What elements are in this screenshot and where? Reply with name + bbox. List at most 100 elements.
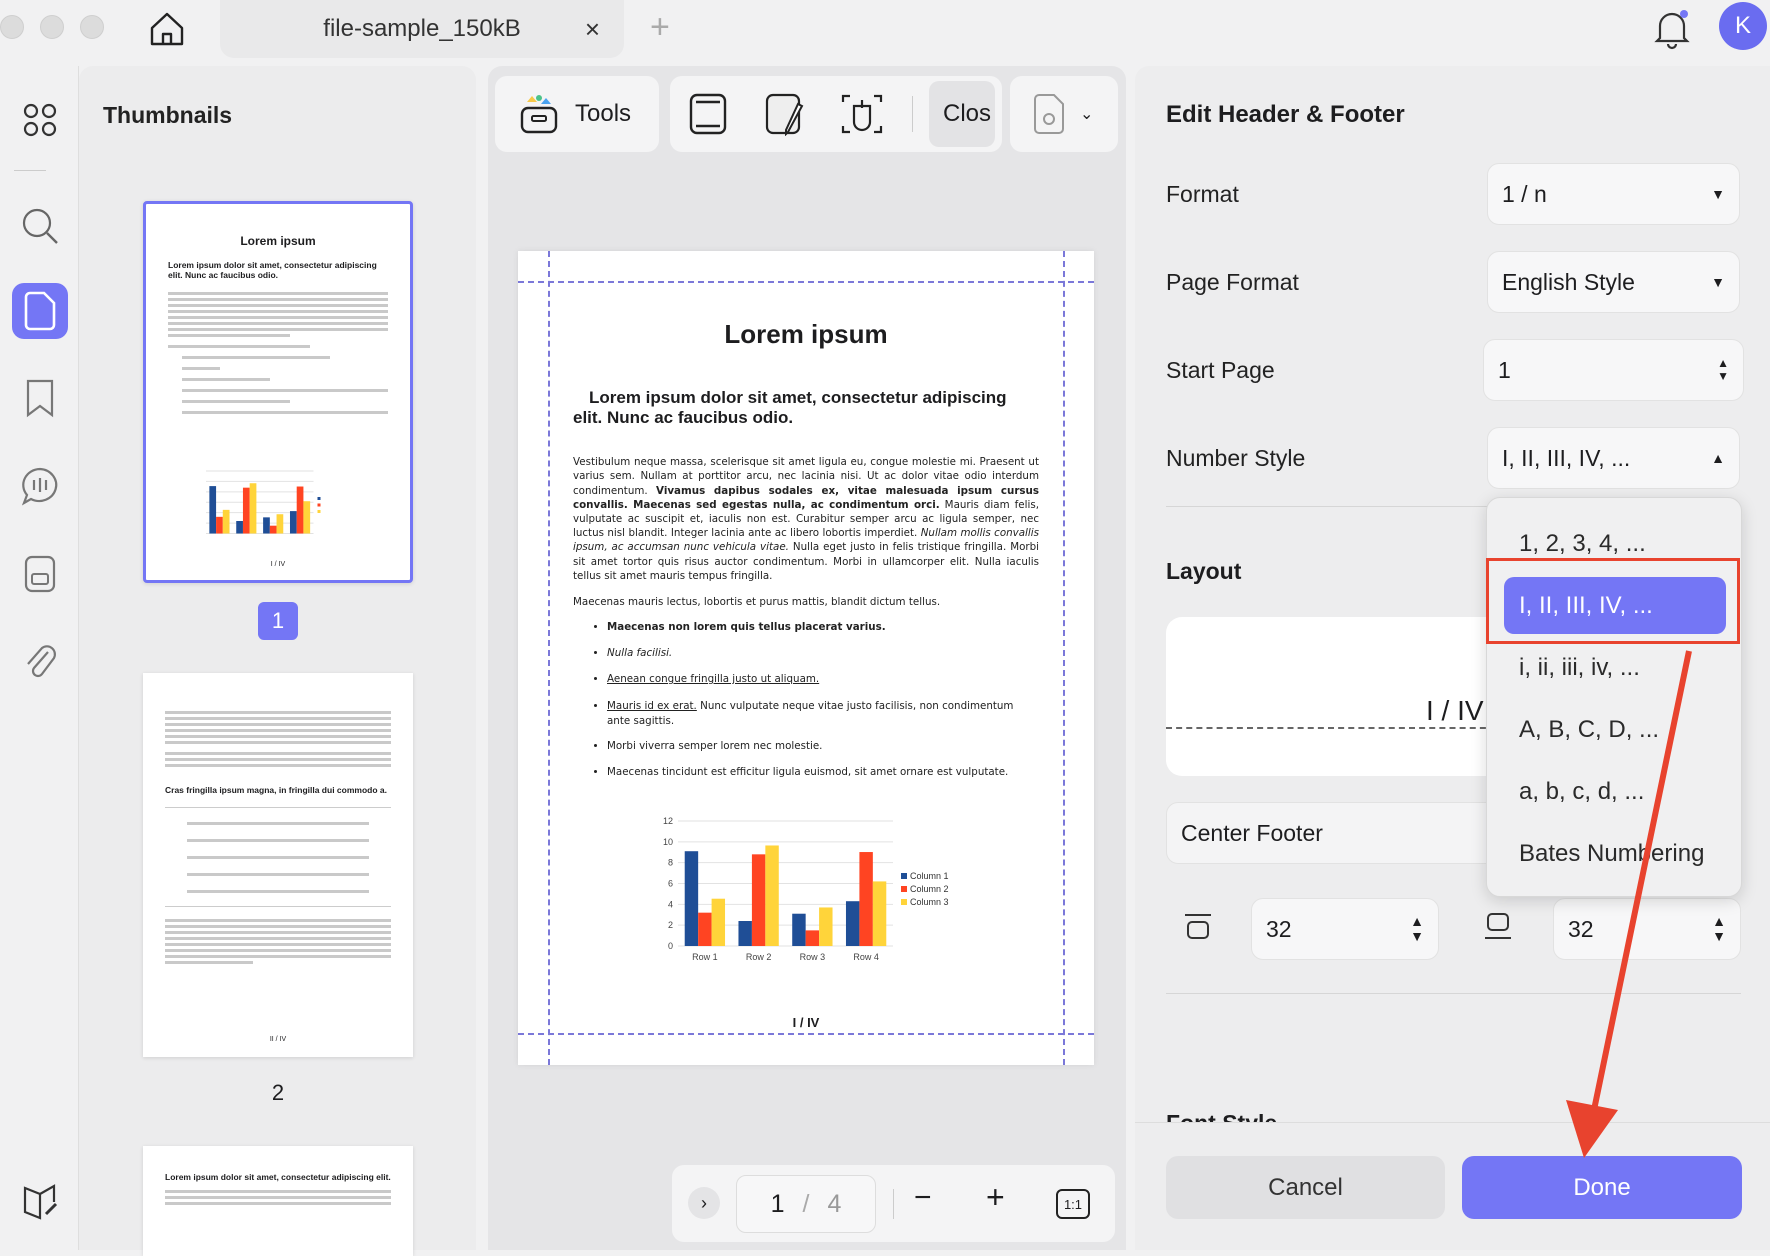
option-upper-alpha[interactable]: A, B, C, D, ... bbox=[1519, 716, 1659, 744]
bar bbox=[276, 514, 284, 534]
y-tick-label: 6 bbox=[668, 879, 673, 889]
cancel-button[interactable]: Cancel bbox=[1166, 1156, 1445, 1219]
apps-grid-icon[interactable] bbox=[12, 92, 68, 148]
dropdown-arrow-icon: ▼ bbox=[1711, 274, 1725, 290]
list-item: Morbi viverra semper lorem nec molestie. bbox=[607, 740, 1039, 752]
thumb-heading: Lorem ipsum dolor sit amet, consectetur … bbox=[168, 260, 377, 281]
y-tick-label: 12 bbox=[663, 816, 673, 826]
home-icon[interactable] bbox=[146, 8, 188, 55]
comment-icon[interactable] bbox=[12, 458, 68, 514]
done-button[interactable]: Done bbox=[1462, 1156, 1742, 1219]
number-style-select[interactable]: I, II, III, IV, ... ▲ bbox=[1487, 427, 1740, 489]
start-page-label: Start Page bbox=[1166, 357, 1275, 383]
document-tab[interactable]: file-sample_150kB × bbox=[220, 0, 624, 58]
option-lower-roman[interactable]: i, ii, iii, iv, ... bbox=[1519, 654, 1640, 682]
position-value: Center Footer bbox=[1181, 819, 1323, 846]
list-item: Nulla facilisi. bbox=[607, 647, 1039, 659]
notification-bell-icon[interactable] bbox=[1652, 6, 1692, 55]
legend-swatch bbox=[901, 873, 907, 879]
bar bbox=[805, 930, 820, 946]
save-menu[interactable]: ⌄ bbox=[1010, 76, 1118, 152]
thumb-text-lines bbox=[146, 292, 410, 415]
format-label: Format bbox=[1166, 181, 1239, 207]
page-format-select[interactable]: English Style ▼ bbox=[1487, 251, 1740, 313]
bar bbox=[684, 851, 699, 946]
search-icon[interactable] bbox=[12, 198, 68, 254]
bar bbox=[289, 511, 297, 534]
margin-guide-right bbox=[1063, 251, 1065, 1065]
thumb-footer: II / IV bbox=[269, 1036, 287, 1043]
bar bbox=[698, 912, 712, 946]
list-link[interactable]: Mauris id ex erat. bbox=[607, 700, 697, 712]
bar bbox=[711, 898, 726, 946]
option-bates-numbering[interactable]: Bates Numbering bbox=[1519, 840, 1704, 868]
bar bbox=[792, 913, 806, 946]
number-style-value: I, II, III, IV, ... bbox=[1502, 444, 1631, 471]
new-tab-button[interactable]: + bbox=[650, 8, 670, 47]
list-link[interactable]: Aenean congue fringilla justo ut aliquam… bbox=[607, 673, 819, 685]
thumbnail-page-3[interactable]: Lorem ipsum dolor sit amet, consectetur … bbox=[143, 1146, 413, 1256]
legend-label: Column 3 bbox=[910, 897, 949, 907]
rail-divider bbox=[14, 170, 46, 171]
thumb-title: Lorem ipsum bbox=[240, 234, 316, 248]
tab-title: file-sample_150kB bbox=[323, 15, 521, 42]
thumbnail-page-2[interactable]: Cras fringilla ipsum magna, in fringilla… bbox=[143, 673, 413, 1057]
divider bbox=[1166, 993, 1741, 994]
y-tick-label: 2 bbox=[668, 920, 673, 930]
actual-size-button[interactable]: 1:1 bbox=[1056, 1189, 1090, 1219]
window-minimize-button[interactable] bbox=[40, 15, 64, 39]
doc-paragraph-2: Maecenas mauris lectus, lobortis et puru… bbox=[573, 595, 941, 608]
background-edit-icon[interactable] bbox=[764, 92, 808, 136]
start-page-value: 1 bbox=[1498, 356, 1511, 383]
top-margin-icon bbox=[1185, 914, 1211, 939]
next-page-chevron-icon[interactable]: › bbox=[688, 1187, 720, 1219]
bottom-margin-value: 32 bbox=[1568, 915, 1594, 942]
doc-paragraph-1: Vestibulum neque massa, scelerisque sit … bbox=[573, 455, 1039, 583]
format-select[interactable]: 1 / n ▼ bbox=[1487, 163, 1740, 225]
bar bbox=[819, 907, 833, 946]
save-icon bbox=[1034, 94, 1064, 134]
stepper-arrows-icon[interactable]: ▲ ▼ bbox=[1712, 913, 1726, 945]
zoom-out-icon[interactable]: − bbox=[914, 1181, 932, 1215]
legend-swatch bbox=[317, 503, 321, 507]
form-page-icon[interactable] bbox=[12, 546, 68, 602]
thumbnails-page-icon[interactable] bbox=[12, 283, 68, 339]
avatar[interactable]: K bbox=[1719, 2, 1767, 50]
annotation-highlight-box bbox=[1486, 558, 1740, 644]
toolbar-divider bbox=[912, 96, 913, 132]
watermark-remove-icon[interactable] bbox=[840, 92, 884, 136]
page-number-input[interactable]: 1 / 4 bbox=[736, 1175, 876, 1233]
window-close-button[interactable] bbox=[0, 15, 24, 39]
doc-heading: Lorem ipsum dolor sit amet, consectetur … bbox=[573, 388, 1007, 427]
close-button[interactable]: Clos bbox=[929, 81, 996, 147]
top-margin-stepper[interactable]: 32 ▲ ▼ bbox=[1251, 898, 1439, 960]
y-tick-label: 4 bbox=[668, 899, 673, 909]
x-tick-label: Row 4 bbox=[853, 952, 879, 962]
bar bbox=[738, 921, 752, 946]
reading-mode-icon[interactable] bbox=[12, 1174, 68, 1230]
tools-button[interactable]: Tools bbox=[495, 76, 659, 152]
zoom-in-icon[interactable]: + bbox=[986, 1179, 1005, 1216]
page-format-label: Page Format bbox=[1166, 269, 1299, 295]
close-tab-icon[interactable]: × bbox=[585, 14, 600, 45]
list-item: Aenean congue fringilla justo ut aliquam… bbox=[607, 673, 1039, 685]
bottom-margin-stepper[interactable]: 32 ▲ ▼ bbox=[1553, 898, 1741, 960]
stepper-arrows-icon[interactable]: ▲ ▼ bbox=[1717, 356, 1729, 383]
attachment-icon[interactable] bbox=[12, 632, 68, 688]
header-footer-icon[interactable] bbox=[688, 92, 728, 136]
chevron-down-icon: ⌄ bbox=[1080, 106, 1094, 123]
number-style-dropdown: 1, 2, 3, 4, ... I, II, III, IV, ... i, i… bbox=[1486, 497, 1742, 897]
dropdown-arrow-icon: ▼ bbox=[1711, 186, 1725, 202]
option-arabic[interactable]: 1, 2, 3, 4, ... bbox=[1519, 530, 1646, 558]
option-lower-alpha[interactable]: a, b, c, d, ... bbox=[1519, 778, 1644, 806]
window-zoom-button[interactable] bbox=[80, 15, 104, 39]
preview-footer-line bbox=[1166, 727, 1496, 729]
stepper-arrows-icon[interactable]: ▲ ▼ bbox=[1410, 913, 1424, 945]
thumbnail-page-1[interactable]: Lorem ipsum Lorem ipsum dolor sit amet, … bbox=[143, 201, 413, 583]
start-page-stepper[interactable]: 1 ▲ ▼ bbox=[1483, 339, 1744, 401]
page-separator: / bbox=[802, 1189, 810, 1218]
layout-label: Layout bbox=[1166, 558, 1242, 584]
bar bbox=[269, 525, 277, 534]
bookmark-icon[interactable] bbox=[12, 370, 68, 426]
doc-bullet-list: Maecenas non lorem quis tellus placerat … bbox=[573, 621, 1039, 778]
